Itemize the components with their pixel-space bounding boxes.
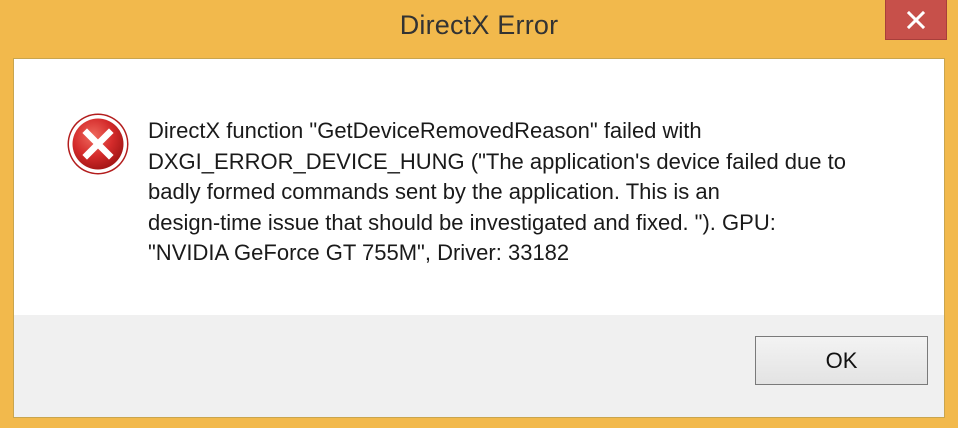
message-line: DirectX function "GetDeviceRemovedReason… [148, 118, 702, 143]
dialog-window: DirectX Error DirectX function "GetDevic… [0, 0, 958, 428]
message-line: badly formed commands sent by the applic… [148, 179, 720, 204]
title-bar[interactable]: DirectX Error [0, 0, 958, 58]
dialog-client-area: DirectX function "GetDeviceRemovedReason… [13, 58, 945, 418]
close-button[interactable] [885, 0, 947, 40]
button-bar: OK [14, 315, 944, 417]
message-line: design-time issue that should be investi… [148, 209, 776, 235]
close-icon [906, 10, 926, 29]
ok-button[interactable]: OK [755, 336, 928, 385]
error-message: DirectX function "GetDeviceRemovedReason… [148, 116, 888, 269]
message-area: DirectX function "GetDeviceRemovedReason… [14, 59, 944, 315]
window-title: DirectX Error [399, 10, 559, 40]
message-line: "NVIDIA GeForce GT 755M", Driver: 33182 [148, 240, 570, 265]
error-icon [67, 113, 129, 175]
message-line: DXGI_ERROR_DEVICE_HUNG ("The application… [148, 148, 846, 174]
